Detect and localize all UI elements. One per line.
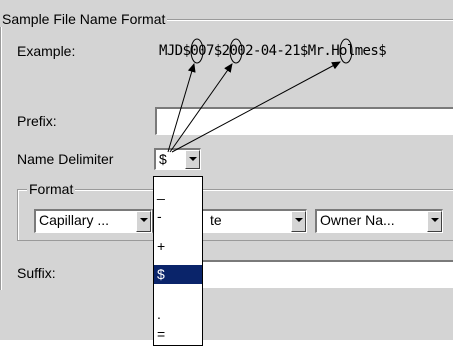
dropdown-option[interactable]: = (154, 325, 202, 344)
annotation-arrows (167, 38, 353, 153)
delimiter-highlight-circle (339, 38, 353, 64)
dropdown-option[interactable]: _ (154, 183, 202, 202)
dropdown-option-selected[interactable]: $ (154, 265, 202, 284)
annotation-arrow (171, 61, 341, 153)
delimiter-highlight-circle (229, 38, 243, 64)
dropdown-option[interactable]: . (154, 305, 202, 324)
dropdown-option[interactable]: + (154, 237, 202, 256)
dropdown-option[interactable]: - (154, 207, 202, 226)
annotation-arrow (169, 63, 233, 153)
delimiter-dropdown-list[interactable]: _ - + $ . = (153, 176, 203, 346)
delimiter-highlight-circle (190, 38, 204, 64)
annotation-arrow (167, 63, 196, 153)
